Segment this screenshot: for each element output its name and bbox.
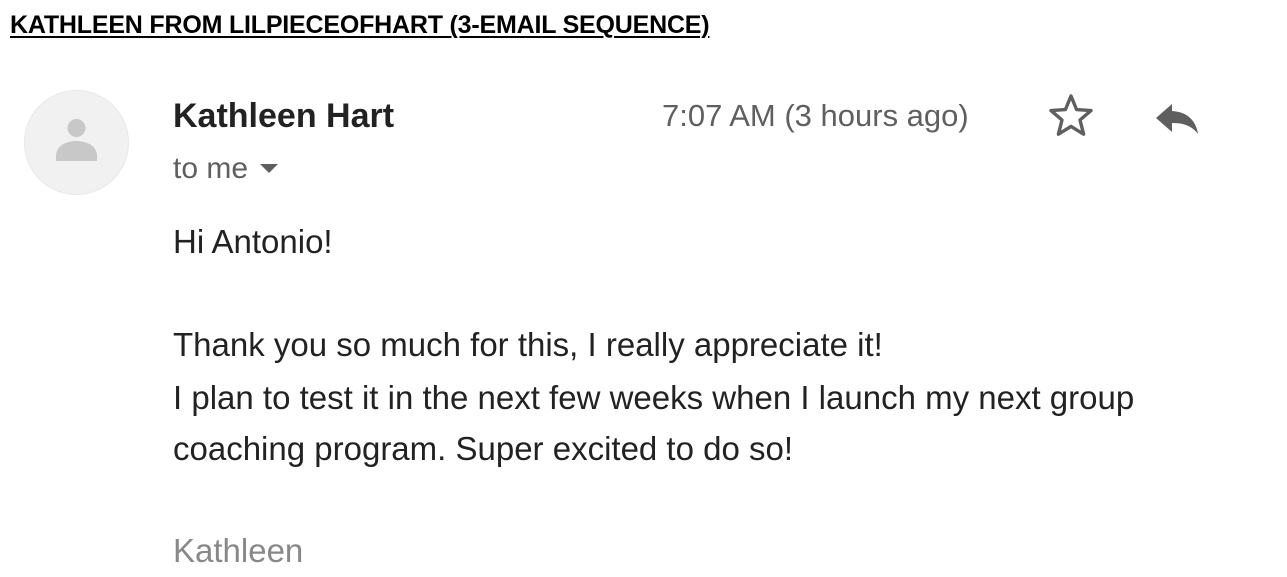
reply-button[interactable] — [1150, 90, 1202, 142]
email-timestamp: 7:07 AM (3 hours ago) — [662, 98, 969, 133]
email-body-line: I plan to test it in the next few weeks … — [173, 379, 1135, 416]
email-message: Kathleen Hart 7:07 AM (3 hours ago) to m… — [0, 0, 1287, 577]
star-outline-icon — [1049, 94, 1093, 136]
star-button[interactable] — [1045, 90, 1097, 142]
person-placeholder-icon — [56, 119, 97, 161]
email-greeting: Hi Antonio! — [173, 223, 333, 260]
reply-arrow-icon — [1156, 104, 1198, 134]
recipient-label: to me — [173, 152, 249, 185]
chevron-down-icon — [260, 163, 279, 173]
recipient-dropdown[interactable]: to me — [173, 148, 279, 190]
email-body-line: coaching program. Super excited to do so… — [173, 430, 794, 467]
sender-name: Kathleen Hart — [173, 97, 395, 135]
sender-avatar[interactable] — [24, 90, 129, 195]
email-body-line: Thank you so much for this, I really app… — [173, 326, 883, 363]
email-signature: Kathleen — [173, 532, 304, 569]
